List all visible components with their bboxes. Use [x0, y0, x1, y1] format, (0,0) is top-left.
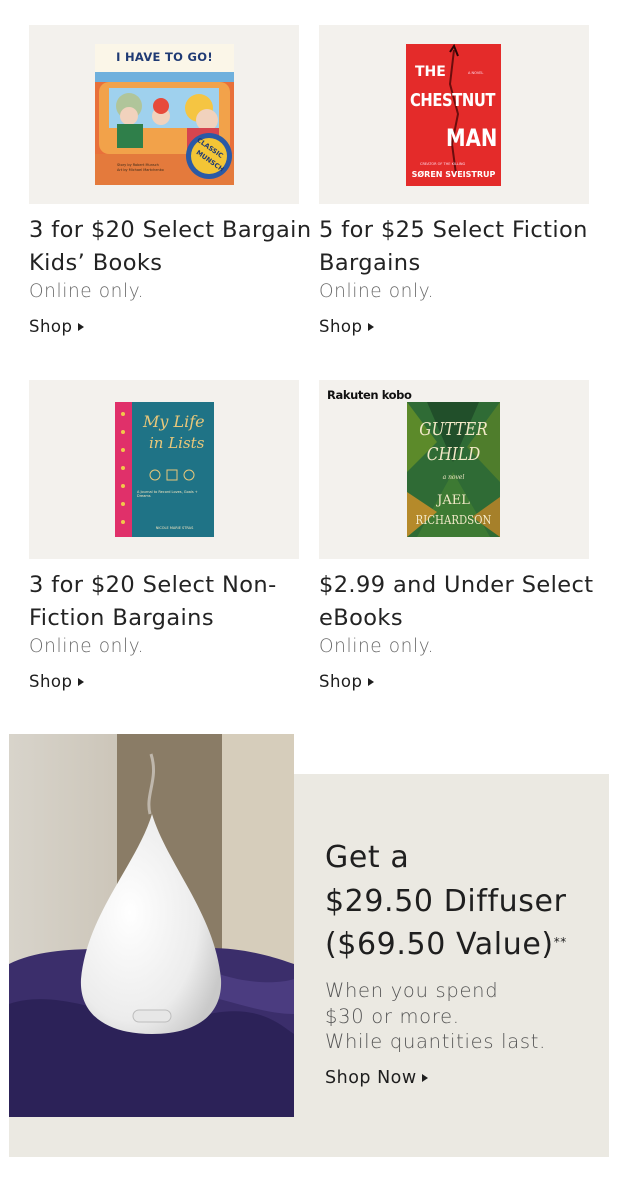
shop-link[interactable]: Shop: [319, 672, 374, 691]
shop-link-label: Shop: [319, 317, 363, 336]
shop-now-label: Shop Now: [325, 1068, 417, 1088]
tile-image-box[interactable]: Rakuten kobo GUTTER CHILD a novel JAEL R…: [319, 380, 589, 559]
cover-line-1: THE: [415, 64, 446, 80]
promo-title-mark: **: [553, 935, 567, 949]
cover-tag: A NOVEL: [468, 71, 484, 75]
shop-link-label: Shop: [29, 317, 73, 336]
book-cover-i-have-to-go[interactable]: I HAVE TO GO! CLASSIC MUNSCH Story by Ro…: [95, 44, 234, 185]
tile-note: Online only.: [319, 281, 435, 302]
play-arrow-icon: [367, 677, 374, 686]
cover-small: CREATOR OF THE KILLING: [420, 162, 466, 166]
shop-link[interactable]: Shop: [29, 672, 84, 691]
cover-line-3: MAN: [446, 124, 498, 152]
cover-author-2: RICHARDSON: [415, 513, 492, 527]
doodle-icons: [149, 469, 195, 481]
book-cover-gutter-child[interactable]: GUTTER CHILD a novel JAEL RICHARDSON: [407, 402, 500, 537]
diffuser-photo[interactable]: [9, 734, 294, 1117]
promo-sub-line-3: While quantities last.: [325, 1030, 546, 1053]
cover-author-1: JAEL: [437, 493, 470, 508]
tile-image-box[interactable]: I HAVE TO GO! CLASSIC MUNSCH Story by Ro…: [29, 25, 299, 204]
cover-credit-1: Story by Robert Munsch: [117, 163, 159, 167]
shop-link-label: Shop: [319, 672, 363, 691]
play-arrow-icon: [77, 677, 84, 686]
book-cover-chestnut-man[interactable]: A NOVEL THE CHESTNUT MAN CREATOR OF THE …: [406, 44, 501, 186]
tile-image-box[interactable]: My Life in Lists A Journal to Record Lov…: [29, 380, 299, 559]
cover-credit-2: Art by Michael Martchenko: [117, 168, 164, 172]
tile-title[interactable]: 3 for $20 Select Bargain Kids’ Books: [29, 214, 319, 280]
shop-link[interactable]: Shop: [29, 317, 84, 336]
tile-title[interactable]: $2.99 and Under Select eBooks: [319, 569, 609, 635]
tile-note: Online only.: [29, 636, 145, 657]
promo-title-line-3: ($69.50 Value): [325, 927, 554, 962]
promo-title[interactable]: Get a $29.50 Diffuser ($69.50 Value)**: [325, 836, 605, 967]
tile-image-box[interactable]: A NOVEL THE CHESTNUT MAN CREATOR OF THE …: [319, 25, 589, 204]
promo-sub-line-1: When you spend: [325, 979, 499, 1002]
play-arrow-icon: [77, 322, 84, 331]
cover-line-1: GUTTER: [419, 419, 488, 440]
tile-title[interactable]: 3 for $20 Select Non-Fiction Bargains: [29, 569, 319, 635]
book-cover-my-life-in-lists[interactable]: My Life in Lists A Journal to Record Lov…: [115, 402, 214, 537]
tile-note: Online only.: [319, 636, 435, 657]
kobo-logo: Rakuten kobo: [327, 388, 412, 402]
cover-line-1: My Life: [143, 412, 205, 431]
shop-now-link[interactable]: Shop Now: [325, 1068, 428, 1088]
cover-line-2: CHILD: [426, 444, 481, 465]
spine-dots: [121, 412, 125, 524]
shop-link-label: Shop: [29, 672, 73, 691]
tile-note: Online only.: [29, 281, 145, 302]
promo-title-line-2: $29.50 Diffuser: [325, 883, 567, 919]
cover-publisher: NICOLE MARIE STRAS: [155, 526, 194, 530]
tile-title[interactable]: 5 for $25 Select Fiction Bargains: [319, 214, 609, 280]
promo-title-line-3-wrap: ($69.50 Value)**: [325, 923, 605, 967]
cover-tag: a novel: [442, 474, 465, 481]
promo-sub-line-2: $30 or more.: [325, 1004, 460, 1028]
cover-heading: I HAVE TO GO!: [116, 50, 213, 64]
promo-subtext: When you spend $30 or more. While quanti…: [325, 978, 595, 1055]
play-arrow-icon: [367, 322, 374, 331]
shop-link[interactable]: Shop: [319, 317, 374, 336]
promo-title-line-1: Get a: [325, 840, 410, 875]
cover-author: SØREN SVEISTRUP: [411, 170, 496, 179]
cover-line-2: in Lists: [149, 434, 205, 452]
play-arrow-icon: [421, 1074, 428, 1082]
diffuser-illustration: [9, 734, 294, 1117]
cover-tagline: A Journal to Record Loves, Goals + Dream…: [137, 490, 198, 498]
cover-line-2: CHESTNUT: [410, 90, 496, 111]
